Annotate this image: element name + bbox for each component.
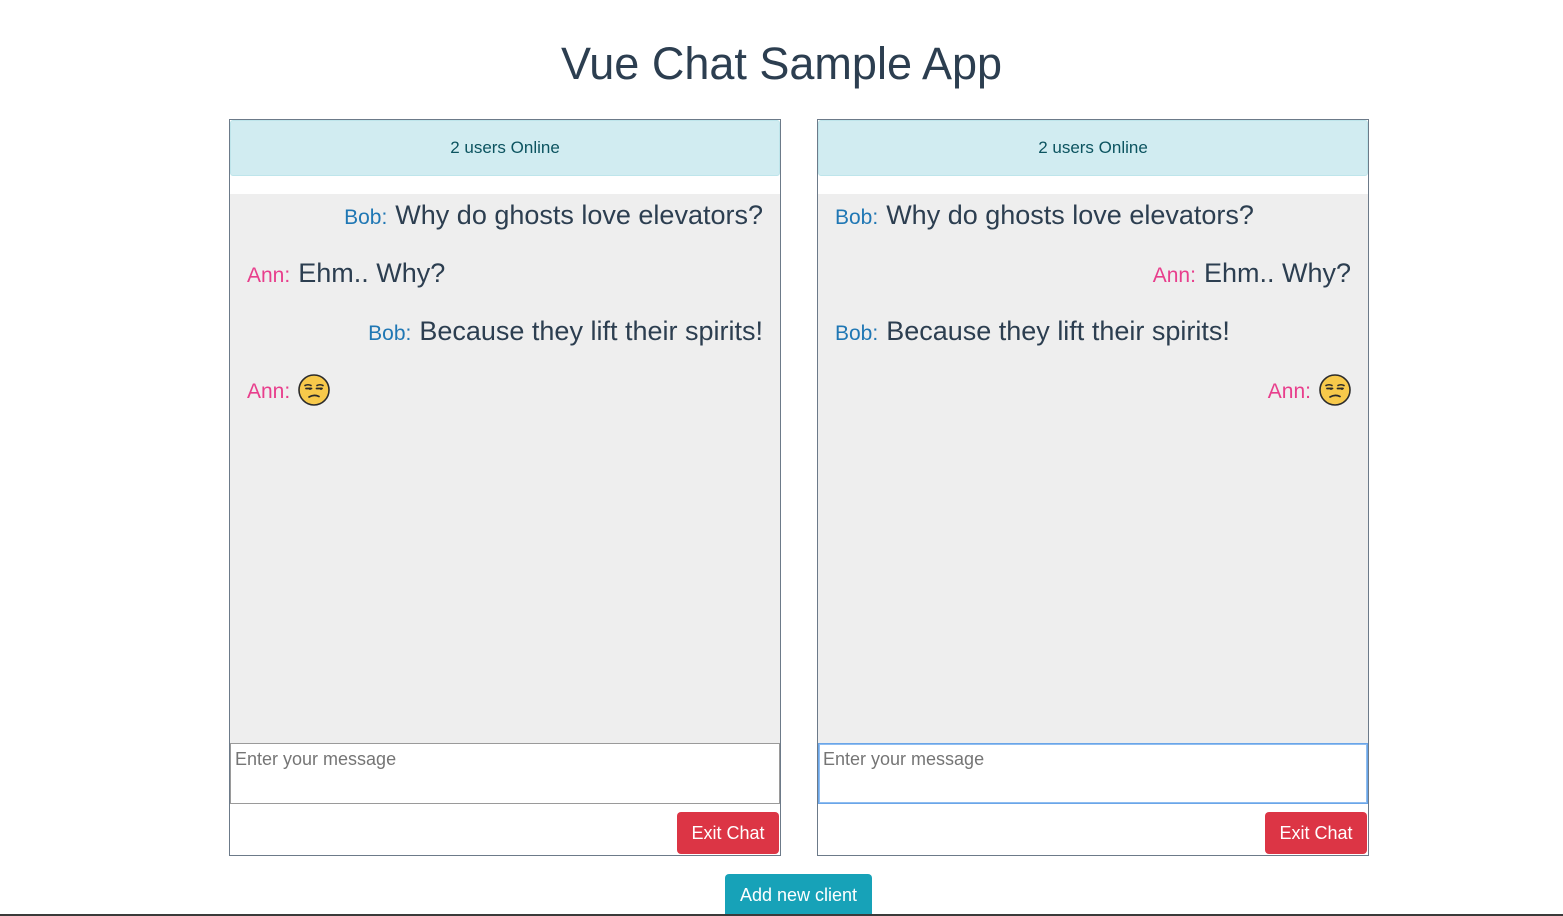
message-item: Ann: Ehm.. Why? bbox=[835, 258, 1351, 316]
message-text: Because they lift their spirits! bbox=[886, 316, 1230, 346]
message-author: Bob: bbox=[835, 206, 879, 229]
unamused-face-emoji-icon bbox=[298, 374, 331, 406]
message-item: Bob: Because they lift their spirits! bbox=[247, 316, 763, 374]
online-users-status: 2 users Online bbox=[230, 120, 780, 176]
chat-client-panel: 2 users Online Bob: Why do ghosts love e… bbox=[229, 119, 781, 856]
message-author: Ann: bbox=[247, 380, 291, 403]
message-item: Bob: Why do ghosts love elevators? bbox=[835, 200, 1351, 258]
message-author: Ann: bbox=[1152, 264, 1196, 287]
message-list: Bob: Why do ghosts love elevators? Ann: … bbox=[230, 194, 780, 743]
message-item: Ann: Ehm.. Why? bbox=[247, 258, 763, 316]
exit-chat-button[interactable]: Exit Chat bbox=[1265, 812, 1367, 854]
message-list: Bob: Why do ghosts love elevators? Ann: … bbox=[818, 194, 1368, 743]
unamused-face-emoji-icon bbox=[1319, 374, 1351, 406]
message-author: Ann: bbox=[1267, 380, 1311, 403]
message-item: Bob: Why do ghosts love elevators? bbox=[247, 200, 763, 258]
page-title: Vue Chat Sample App bbox=[560, 38, 1003, 89]
message-text: Because they lift their spirits! bbox=[419, 316, 763, 346]
message-input[interactable] bbox=[818, 743, 1368, 804]
message-author: Bob: bbox=[368, 322, 412, 345]
message-item: Ann: bbox=[247, 374, 763, 432]
exit-chat-button[interactable]: Exit Chat bbox=[677, 812, 779, 854]
message-text: Why do ghosts love elevators? bbox=[886, 200, 1254, 230]
message-item: Ann: bbox=[835, 374, 1351, 432]
message-input[interactable] bbox=[230, 743, 780, 804]
online-users-status: 2 users Online bbox=[818, 120, 1368, 176]
message-author: Ann: bbox=[247, 264, 291, 287]
message-text: Ehm.. Why? bbox=[298, 258, 446, 288]
message-text: Why do ghosts love elevators? bbox=[395, 200, 763, 230]
message-item: Bob: Because they lift their spirits! bbox=[835, 316, 1351, 374]
message-text: Ehm.. Why? bbox=[1203, 258, 1351, 288]
add-new-client-button[interactable]: Add new client bbox=[725, 874, 872, 916]
message-author: Bob: bbox=[835, 322, 879, 345]
chat-client-panel: 2 users Online Bob: Why do ghosts love e… bbox=[817, 119, 1369, 856]
message-author: Bob: bbox=[344, 206, 388, 229]
